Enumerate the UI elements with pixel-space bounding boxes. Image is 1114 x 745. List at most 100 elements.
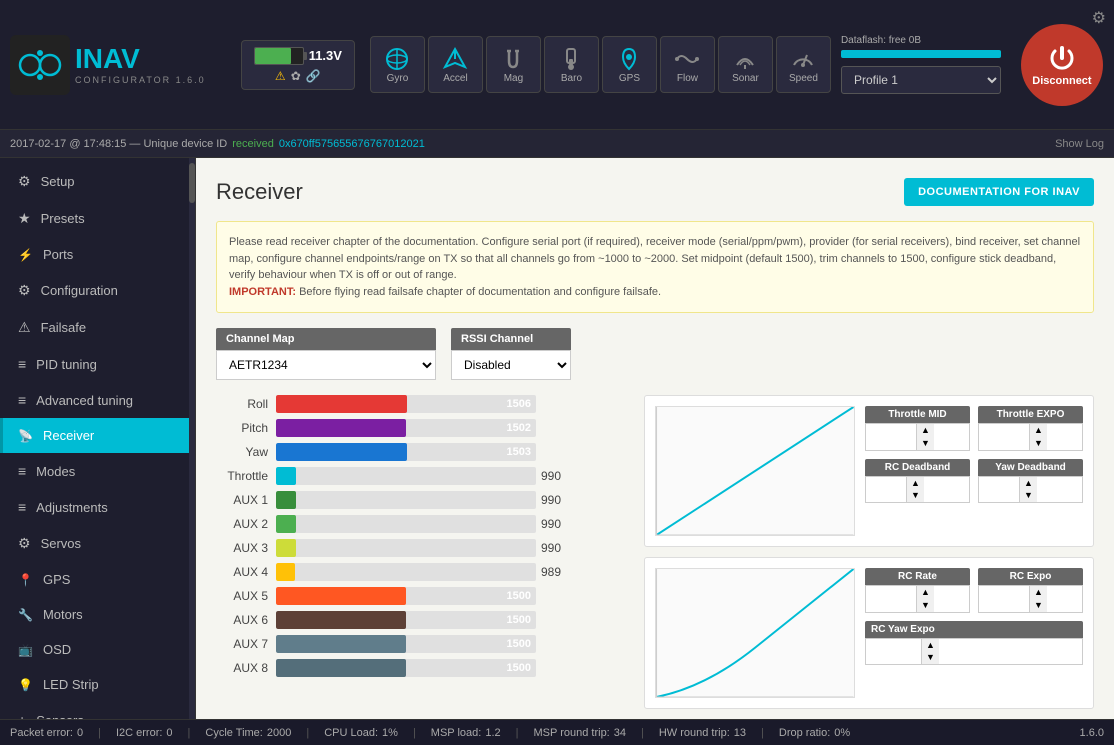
rc-deadband-input[interactable]: 5 bbox=[866, 478, 906, 500]
show-log-button[interactable]: Show Log bbox=[1055, 138, 1104, 150]
channel-row-aux4: AUX 4 989 bbox=[216, 563, 629, 581]
battery-voltage: 11.3V bbox=[309, 48, 342, 63]
sidebar-item-configuration[interactable]: ⚙ Configuration bbox=[0, 272, 195, 309]
rc-deadband-up[interactable]: ▲ bbox=[906, 477, 924, 490]
channel-value-2: 1503 bbox=[507, 446, 531, 458]
yaw-deadband-down[interactable]: ▼ bbox=[1019, 489, 1037, 502]
led-icon: 💡 bbox=[18, 678, 33, 692]
channel-bar-container-4 bbox=[276, 491, 536, 509]
rc-rate-spinner: 1.00 ▲ ▼ bbox=[865, 585, 970, 613]
throttle-curve-controls: Throttle MID 0.50 ▲ ▼ bbox=[655, 406, 1083, 536]
channel-row-throttle: Throttle 990 bbox=[216, 467, 629, 485]
doc-button[interactable]: DOCUMENTATION FOR INAV bbox=[904, 178, 1094, 206]
ports-icon: ⚡ bbox=[18, 248, 33, 262]
baro-icon bbox=[557, 45, 585, 73]
nav-sonar[interactable]: Sonar bbox=[718, 36, 773, 93]
page-title: Receiver bbox=[216, 179, 303, 205]
channel-bar-4 bbox=[276, 491, 296, 509]
channel-bar-container-5 bbox=[276, 515, 536, 533]
throttle-mid-up[interactable]: ▲ bbox=[916, 424, 934, 437]
channel-map-row: Channel Map AETR1234 TAER1234 REAT1234 R… bbox=[216, 328, 1094, 380]
sidebar-item-servos[interactable]: ⚙ Servos bbox=[0, 525, 195, 562]
channel-label-9: AUX 6 bbox=[216, 613, 276, 627]
disconnect-button[interactable]: Disconnect bbox=[1021, 24, 1103, 106]
nav-gps[interactable]: GPS bbox=[602, 36, 657, 93]
sidebar-item-ports[interactable]: ⚡ Ports bbox=[0, 237, 195, 272]
yaw-deadband-group: Yaw Deadband 5 ▲ ▼ bbox=[978, 459, 1083, 504]
battery-fill bbox=[255, 48, 291, 64]
rc-curve-svg bbox=[655, 568, 855, 698]
sonar-icon bbox=[731, 45, 759, 73]
yaw-deadband-up[interactable]: ▲ bbox=[1019, 477, 1037, 490]
channel-label-8: AUX 5 bbox=[216, 589, 276, 603]
rc-deadband-down[interactable]: ▼ bbox=[906, 489, 924, 502]
rc-rate-up[interactable]: ▲ bbox=[916, 586, 934, 599]
sidebar-item-modes[interactable]: ≡ Modes bbox=[0, 453, 195, 489]
sidebar-item-presets[interactable]: ★ Presets bbox=[0, 200, 195, 237]
sidebar-item-gps[interactable]: 📍 GPS bbox=[0, 562, 195, 597]
sidebar-item-adjustments[interactable]: ≡ Adjustments bbox=[0, 489, 195, 525]
drop-ratio-stat: Drop ratio: 0% bbox=[779, 727, 850, 739]
channel-label-10: AUX 7 bbox=[216, 637, 276, 651]
rc-expo-down[interactable]: ▼ bbox=[1029, 599, 1047, 612]
throttle-expo-down[interactable]: ▼ bbox=[1029, 437, 1047, 450]
channel-map-select[interactable]: AETR1234 TAER1234 REAT1234 bbox=[216, 350, 436, 380]
nav-gyro[interactable]: Gyro bbox=[370, 36, 425, 93]
yaw-deadband-input[interactable]: 5 bbox=[979, 478, 1019, 500]
rc-expo-input[interactable]: 0.70 bbox=[979, 588, 1029, 610]
channel-label-4: AUX 1 bbox=[216, 493, 276, 507]
channel-value-11: 1500 bbox=[507, 662, 531, 674]
channel-row-aux3: AUX 3 990 bbox=[216, 539, 629, 557]
sidebar-item-receiver[interactable]: 📡 Receiver bbox=[0, 418, 195, 453]
sidebar: ⚙ Setup ★ Presets ⚡ Ports ⚙ Configuratio… bbox=[0, 158, 196, 719]
throttle-mid-input[interactable]: 0.50 bbox=[866, 426, 916, 448]
throttle-expo-input[interactable]: 0.00 bbox=[979, 426, 1029, 448]
rc-rate-down[interactable]: ▼ bbox=[916, 599, 934, 612]
nav-flow-label: Flow bbox=[677, 73, 698, 84]
sidebar-item-pid-tuning[interactable]: ≡ PID tuning bbox=[0, 346, 195, 382]
sidebar-label-advanced: Advanced tuning bbox=[36, 393, 133, 408]
channel-row-aux1: AUX 1 990 bbox=[216, 491, 629, 509]
sidebar-item-led-strip[interactable]: 💡 LED Strip bbox=[0, 667, 195, 702]
scrollbar-thumb[interactable] bbox=[189, 163, 195, 203]
sidebar-label-ports: Ports bbox=[43, 247, 73, 262]
channel-bar-container-2: 1503 bbox=[276, 443, 536, 461]
nav-sonar-label: Sonar bbox=[732, 73, 759, 84]
channel-label-2: Yaw bbox=[216, 445, 276, 459]
channel-bar-1 bbox=[276, 419, 406, 437]
nav-accel[interactable]: Accel bbox=[428, 36, 483, 93]
rc-expo-up[interactable]: ▲ bbox=[1029, 586, 1047, 599]
throttle-mid-down[interactable]: ▼ bbox=[916, 437, 934, 450]
sidebar-item-osd[interactable]: 📺 OSD bbox=[0, 632, 195, 667]
rc-yaw-expo-input[interactable]: 0.20 bbox=[866, 640, 921, 662]
msp-round-stat: MSP round trip: 34 bbox=[534, 727, 626, 739]
sidebar-item-setup[interactable]: ⚙ Setup bbox=[0, 163, 195, 200]
sidebar-item-advanced-tuning[interactable]: ≡ Advanced tuning bbox=[0, 382, 195, 418]
channel-value-9: 1500 bbox=[507, 614, 531, 626]
channel-bar-9 bbox=[276, 611, 406, 629]
nav-flow[interactable]: Flow bbox=[660, 36, 715, 93]
channel-value-1: 1502 bbox=[507, 422, 531, 434]
nav-speed[interactable]: Speed bbox=[776, 36, 831, 93]
speed-icon bbox=[789, 45, 817, 73]
rc-rate-input[interactable]: 1.00 bbox=[866, 588, 916, 610]
sidebar-item-sensors[interactable]: + Sensors bbox=[0, 702, 195, 719]
sidebar-label-modes: Modes bbox=[36, 464, 75, 479]
nav-mag[interactable]: Mag bbox=[486, 36, 541, 93]
rc-yaw-expo-down[interactable]: ▼ bbox=[921, 651, 939, 664]
profile-select[interactable]: Profile 1 bbox=[841, 66, 1001, 94]
cpu-load-stat: CPU Load: 1% bbox=[324, 727, 398, 739]
msp-round-value: 34 bbox=[614, 727, 626, 739]
rc-yaw-expo-up[interactable]: ▲ bbox=[921, 639, 939, 652]
packet-error-value: 0 bbox=[77, 727, 83, 739]
channel-value-outside-3: 990 bbox=[541, 469, 561, 483]
rc-rate-buttons: ▲ ▼ bbox=[916, 586, 934, 612]
throttle-expo-up[interactable]: ▲ bbox=[1029, 424, 1047, 437]
sidebar-label-servos: Servos bbox=[41, 536, 81, 551]
gear-icon[interactable]: ⚙ bbox=[1092, 8, 1106, 28]
battery-bar bbox=[254, 47, 304, 65]
ssri-select[interactable]: Disabled AUX 1 AUX 2 AUX 3 AUX 4 bbox=[451, 350, 571, 380]
sidebar-item-motors[interactable]: 🔧 Motors bbox=[0, 597, 195, 632]
sidebar-item-failsafe[interactable]: ⚠ Failsafe bbox=[0, 309, 195, 346]
nav-baro[interactable]: Baro bbox=[544, 36, 599, 93]
